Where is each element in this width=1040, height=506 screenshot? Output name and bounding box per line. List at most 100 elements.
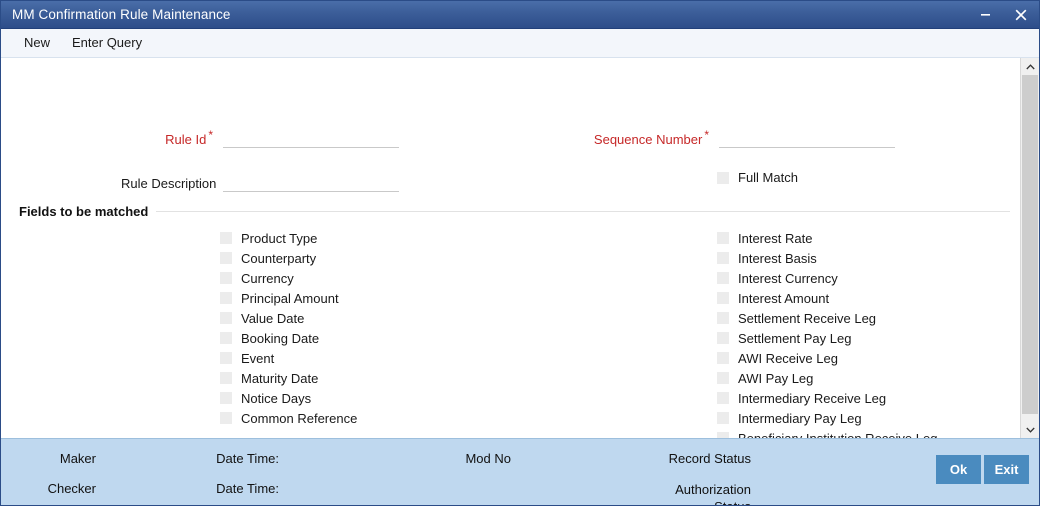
checkbox-row[interactable]: Counterparty	[220, 248, 357, 268]
match-field-checkbox[interactable]	[717, 332, 729, 344]
rule-id-input[interactable]	[223, 130, 399, 148]
match-field-label: AWI Pay Leg	[738, 370, 814, 386]
application-window: MM Confirmation Rule Maintenance New Ent…	[0, 0, 1040, 506]
scroll-up-button[interactable]	[1021, 58, 1039, 75]
title-bar: MM Confirmation Rule Maintenance	[1, 1, 1039, 29]
checkbox-row[interactable]: Interest Rate	[717, 228, 937, 248]
checkbox-row[interactable]: AWI Pay Leg	[717, 368, 937, 388]
match-field-label: AWI Receive Leg	[738, 350, 838, 366]
authorization-status-label: Authorization Status	[675, 482, 751, 505]
menu-item-new[interactable]: New	[13, 29, 61, 57]
match-field-label: Interest Amount	[738, 290, 830, 306]
sequence-number-input[interactable]	[719, 130, 895, 148]
match-field-label: Beneficiary Institution Receive Leg	[738, 430, 938, 439]
match-field-checkbox[interactable]	[717, 392, 729, 404]
checkbox-row[interactable]: Intermediary Pay Leg	[717, 408, 937, 428]
match-field-checkbox[interactable]	[220, 332, 232, 344]
scrollbar-track[interactable]	[1021, 75, 1039, 421]
form-panel: Rule Id * Sequence Number * Rule Descripti…	[1, 58, 1020, 438]
match-field-label: Settlement Pay Leg	[738, 330, 852, 346]
match-field-checkbox[interactable]	[220, 352, 232, 364]
checkbox-row[interactable]: Intermediary Receive Leg	[717, 388, 937, 408]
match-field-label: Common Reference	[241, 410, 358, 426]
checkbox-row[interactable]: Booking Date	[220, 328, 357, 348]
checkbox-row[interactable]: Notice Days	[220, 388, 357, 408]
checkbox-row[interactable]: Interest Amount	[717, 288, 937, 308]
match-field-label: Currency	[241, 270, 294, 286]
match-field-checkbox[interactable]	[717, 412, 729, 424]
match-field-label: Intermediary Receive Leg	[738, 390, 887, 406]
checkbox-row[interactable]: Common Reference	[220, 408, 357, 428]
vertical-scrollbar[interactable]	[1020, 58, 1039, 438]
record-status-label: Record Status	[668, 451, 751, 466]
checkbox-row[interactable]: Interest Currency	[717, 268, 937, 288]
match-field-checkbox[interactable]	[220, 272, 232, 284]
match-field-checkbox[interactable]	[717, 352, 729, 364]
match-field-checkbox[interactable]	[717, 232, 729, 244]
rule-description-input[interactable]	[223, 174, 399, 192]
match-field-checkbox[interactable]	[220, 232, 232, 244]
match-field-label: Counterparty	[241, 250, 317, 266]
match-field-checkbox[interactable]	[220, 392, 232, 404]
section-fields-to-be-matched: Fields to be matched	[19, 204, 1010, 219]
match-field-checkbox[interactable]	[717, 252, 729, 264]
checkbox-row[interactable]: Product Type	[220, 228, 357, 248]
full-match-label: Full Match	[738, 170, 798, 185]
window-title: MM Confirmation Rule Maintenance	[12, 7, 231, 22]
match-field-checkbox[interactable]	[717, 292, 729, 304]
checkbox-row[interactable]: Settlement Pay Leg	[717, 328, 937, 348]
checkbox-row[interactable]: Event	[220, 348, 357, 368]
match-field-label: Intermediary Pay Leg	[738, 410, 862, 426]
status-footer: Maker Checker Date Time: Date Time: Mod …	[1, 438, 1039, 505]
menu-item-enter-query[interactable]: Enter Query	[61, 29, 153, 57]
match-field-checkbox[interactable]	[220, 312, 232, 324]
match-field-checkbox[interactable]	[717, 272, 729, 284]
ok-button[interactable]: Ok	[936, 455, 981, 484]
rule-id-label: Rule Id *	[165, 127, 213, 147]
match-field-label: Booking Date	[241, 330, 320, 346]
required-asterisk: *	[208, 127, 213, 142]
match-field-checkbox[interactable]	[220, 412, 232, 424]
match-field-label: Interest Rate	[738, 230, 813, 246]
exit-button[interactable]: Exit	[984, 455, 1029, 484]
checkbox-row[interactable]: Value Date	[220, 308, 357, 328]
field-full-match[interactable]: Full Match	[717, 170, 798, 185]
checkbox-row[interactable]: AWI Receive Leg	[717, 348, 937, 368]
footer-buttons: Ok Exit	[936, 455, 1029, 484]
window-controls	[967, 1, 1039, 28]
match-field-checkbox[interactable]	[717, 372, 729, 384]
match-field-label: Product Type	[241, 230, 318, 246]
checker-datetime-label: Date Time:	[216, 481, 279, 496]
match-field-checkbox[interactable]	[220, 252, 232, 264]
checkbox-column-right: Interest Rate Interest Basis Interest Curr…	[717, 228, 937, 438]
match-field-label: Event	[241, 350, 275, 366]
section-divider	[156, 211, 1010, 212]
checkbox-row[interactable]: Principal Amount	[220, 288, 357, 308]
match-field-label: Notice Days	[241, 390, 312, 406]
close-button[interactable]	[1003, 1, 1039, 28]
minimize-button[interactable]	[967, 1, 1003, 28]
content-area: Rule Id * Sequence Number * Rule Descripti…	[1, 58, 1039, 438]
checkbox-row[interactable]: Settlement Receive Leg	[717, 308, 937, 328]
match-field-label: Settlement Receive Leg	[738, 310, 877, 326]
checkbox-row[interactable]: Maturity Date	[220, 368, 357, 388]
checkbox-row[interactable]: Interest Basis	[717, 248, 937, 268]
match-field-checkbox[interactable]	[220, 372, 232, 384]
scroll-down-button[interactable]	[1021, 421, 1039, 438]
field-sequence-number: Sequence Number *	[521, 129, 895, 148]
match-field-label: Value Date	[241, 310, 305, 326]
checker-label: Checker	[47, 481, 96, 496]
match-field-checkbox[interactable]	[717, 312, 729, 324]
field-rule-id: Rule Id *	[121, 127, 399, 148]
full-match-checkbox[interactable]	[717, 171, 729, 184]
menu-bar: New Enter Query	[1, 29, 1039, 58]
checkbox-row[interactable]: Beneficiary Institution Receive Leg	[717, 428, 937, 438]
match-field-label: Interest Currency	[738, 270, 838, 286]
match-field-label: Interest Basis	[738, 250, 817, 266]
scrollbar-thumb[interactable]	[1022, 75, 1038, 415]
match-field-checkbox[interactable]	[220, 292, 232, 304]
checkbox-row[interactable]: Currency	[220, 268, 357, 288]
match-field-label: Principal Amount	[241, 290, 339, 306]
maker-datetime-label: Date Time:	[216, 451, 279, 466]
match-field-label: Maturity Date	[241, 370, 319, 386]
